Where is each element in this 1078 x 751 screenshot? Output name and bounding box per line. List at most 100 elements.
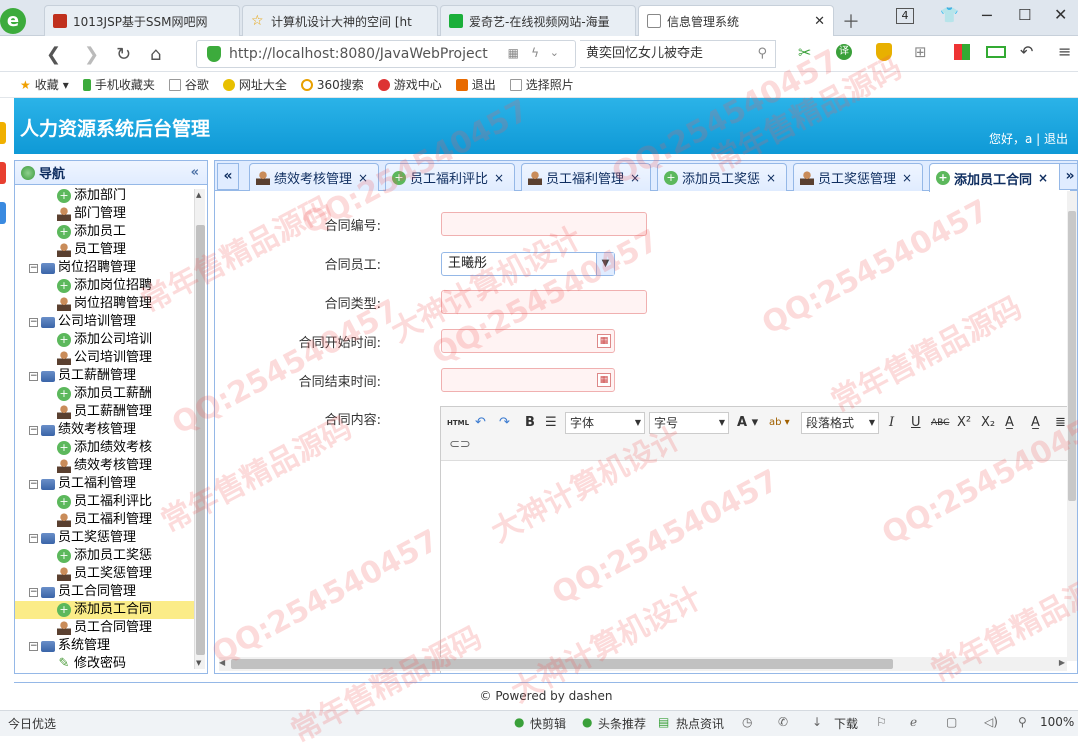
close-icon[interactable]: ✕ <box>814 14 825 29</box>
collapse-toggle-icon[interactable]: − <box>29 371 38 381</box>
contract-type-field[interactable] <box>441 290 647 314</box>
nav-item[interactable]: 员工管理 <box>15 241 195 259</box>
collapse-toggle-icon[interactable]: − <box>29 263 38 273</box>
bookmark-item[interactable]: 退出 <box>455 76 496 93</box>
scissors-icon[interactable]: ✂ <box>798 43 811 62</box>
sidebar-scrollbar[interactable]: ▲ ▼ <box>194 189 205 669</box>
collapse-toggle-icon[interactable]: − <box>29 533 38 543</box>
font-size-select[interactable]: 字号 ▼ <box>649 412 729 434</box>
browser-tab[interactable]: ☆ 计算机设计大神的空间 [ht <box>242 5 438 36</box>
window-icon[interactable]: ▢ <box>946 715 957 729</box>
browser-tab[interactable]: 爱奇艺-在线视频网站-海量 <box>440 5 636 36</box>
html-source-button[interactable]: HTML <box>447 413 469 433</box>
close-icon[interactable]: × <box>766 171 776 185</box>
browser-logo-icon[interactable]: e <box>0 8 26 34</box>
contract-no-field[interactable] <box>441 212 647 236</box>
superscript-icon[interactable]: X² <box>957 413 971 433</box>
app-tab[interactable]: + 员工福利评比 × <box>385 163 515 191</box>
bookmark-item[interactable]: 网址大全 <box>222 76 287 93</box>
close-icon[interactable]: × <box>494 171 504 185</box>
nav-item[interactable]: 公司培训管理 <box>15 349 195 367</box>
clock-icon[interactable]: ◷ <box>742 715 752 729</box>
scroll-down-icon[interactable]: ▼ <box>196 659 201 667</box>
scroll-thumb[interactable] <box>231 659 893 669</box>
app-tab[interactable]: + 添加员工奖惩 × <box>657 163 787 191</box>
status-item[interactable]: 头条推荐 <box>598 715 646 732</box>
redo-icon[interactable]: ↷ <box>499 413 510 433</box>
flag-icon[interactable]: ⚐ <box>876 715 887 729</box>
status-left-text[interactable]: 今日优选 <box>8 715 56 732</box>
grid-icon[interactable]: ▦ <box>508 46 519 60</box>
collapse-toggle-icon[interactable]: − <box>29 425 38 435</box>
main-hscrollbar[interactable]: ◀ ▶ <box>219 657 1067 671</box>
app-tab-active[interactable]: + 添加员工合同 × <box>929 163 1071 192</box>
chevron-down-icon[interactable]: ▼ <box>596 253 614 275</box>
close-icon[interactable]: × <box>630 171 640 185</box>
nav-item[interactable]: 员工奖惩管理 <box>15 565 195 583</box>
employee-select[interactable]: 王曦彤 ▼ <box>441 252 615 276</box>
quote-icon[interactable]: ☰ <box>545 413 557 433</box>
calendar-icon[interactable]: ▦ <box>597 373 611 387</box>
search-icon[interactable]: ⚲ <box>757 41 767 67</box>
app-tab[interactable]: 员工福利管理 × <box>521 163 651 191</box>
align-icon[interactable]: ≣ <box>1055 413 1066 433</box>
nav-item[interactable]: + 添加部门 <box>15 187 195 205</box>
tabs-scroll-right-icon[interactable]: » <box>1059 163 1077 190</box>
tabs-scroll-left-icon[interactable]: « <box>217 163 239 190</box>
nav-group[interactable]: − 员工奖惩管理 <box>15 529 195 547</box>
collapse-toggle-icon[interactable]: − <box>29 587 38 597</box>
subscript-icon[interactable]: X₂ <box>981 413 995 433</box>
logout-link[interactable]: 退出 <box>1044 132 1068 146</box>
apps-icon[interactable] <box>954 44 970 60</box>
undo-icon[interactable]: ↶ <box>475 413 486 433</box>
status-item[interactable]: 下载 <box>834 715 858 732</box>
close-icon[interactable]: × <box>902 171 912 185</box>
nav-item[interactable]: 岗位招聘管理 <box>15 295 195 313</box>
collapse-icon[interactable]: « <box>191 165 199 180</box>
calendar-icon[interactable]: ▦ <box>597 334 611 348</box>
status-item[interactable]: 热点资讯 <box>676 715 724 732</box>
search-box[interactable]: 黄奕回忆女儿被夺走 ⚲ <box>580 40 776 68</box>
nav-item[interactable]: + 添加员工薪酬 <box>15 385 195 403</box>
bold-icon[interactable]: B <box>525 413 535 433</box>
nav-group[interactable]: − 员工合同管理 <box>15 583 195 601</box>
bookmark-item[interactable]: 游戏中心 <box>377 76 442 93</box>
bookmark-item[interactable]: ★ 收藏 ▾ <box>20 76 69 93</box>
nav-item[interactable]: ✎ 修改密码 <box>15 655 195 673</box>
nav-item[interactable]: 绩效考核管理 <box>15 457 195 475</box>
bookmark-item[interactable]: 360搜索 <box>300 76 364 93</box>
status-item[interactable]: 快剪辑 <box>530 715 566 732</box>
collapse-toggle-icon[interactable]: − <box>29 641 38 651</box>
new-tab-icon[interactable]: ＋ <box>842 8 860 34</box>
minimize-icon[interactable]: ─ <box>982 6 992 25</box>
nav-group[interactable]: − 员工福利管理 <box>15 475 195 493</box>
collapse-toggle-icon[interactable]: − <box>29 317 38 327</box>
chevron-down-icon[interactable]: ⌄ <box>550 46 559 59</box>
bookmark-item[interactable]: 手机收藏夹 <box>82 76 155 93</box>
bookmark-item[interactable]: 谷歌 <box>168 76 209 93</box>
shirt-icon[interactable]: 👕 <box>940 6 959 24</box>
address-bar[interactable]: http://localhost:8080/JavaWebProject ▦ ϟ… <box>196 40 576 68</box>
scroll-up-icon[interactable]: ▲ <box>196 191 201 199</box>
download-icon[interactable]: ↓ <box>812 715 822 729</box>
scroll-thumb[interactable] <box>196 225 205 655</box>
nav-item[interactable]: + 添加员工 <box>15 223 195 241</box>
link-icon[interactable]: ⊂⊃ <box>449 435 471 455</box>
scroll-right-icon[interactable]: ▶ <box>1059 658 1065 667</box>
battery-icon[interactable] <box>986 46 1006 58</box>
nav-item[interactable]: + 员工福利评比 <box>15 493 195 511</box>
nav-item[interactable]: + 添加员工合同 <box>15 601 195 619</box>
nav-group[interactable]: − 公司培训管理 <box>15 313 195 331</box>
main-vscrollbar[interactable] <box>1067 191 1077 661</box>
volume-icon[interactable]: ◁) <box>984 715 998 729</box>
close-icon[interactable]: × <box>358 171 368 185</box>
tab-count-badge[interactable]: 4 <box>896 8 914 24</box>
underline-icon[interactable]: U <box>911 413 921 433</box>
browser-tab[interactable]: 1013JSP基于SSM网吧网 <box>44 5 240 36</box>
game-icon[interactable]: ⊞ <box>914 43 927 61</box>
nav-item[interactable]: 部门管理 <box>15 205 195 223</box>
undo-icon[interactable]: ↶ <box>1020 42 1033 61</box>
nav-item[interactable]: + 添加员工奖惩 <box>15 547 195 565</box>
collapse-toggle-icon[interactable]: − <box>29 479 38 489</box>
browser-tab-active[interactable]: 信息管理系统 ✕ <box>638 5 834 36</box>
